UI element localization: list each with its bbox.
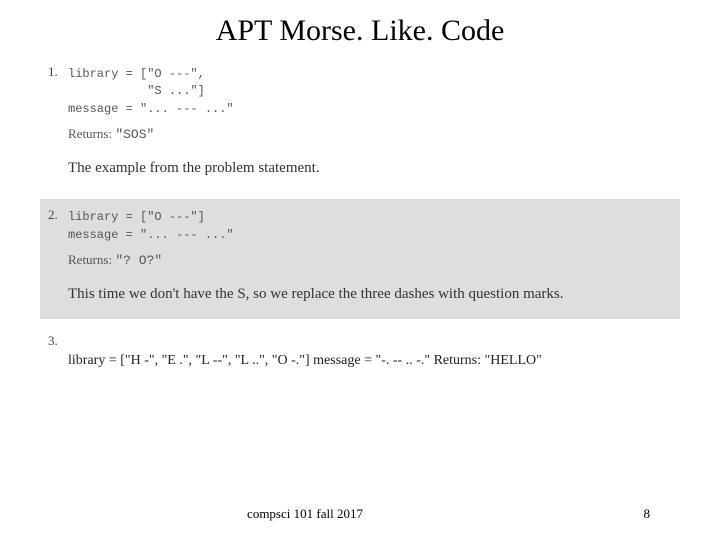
example-3: 3. library = ["H -", "E .", "L --", "L .… — [40, 325, 680, 379]
footer-page-number: 8 — [610, 506, 650, 522]
example-2-explain: This time we don't have the S, so we rep… — [68, 286, 668, 303]
example-2-returns: Returns: "? O?" — [68, 252, 668, 268]
example-1: 1. library = ["O ---", "S ..."] message … — [40, 56, 680, 193]
example-1-returns: Returns: "SOS" — [68, 126, 668, 142]
footer-center: compsci 101 fall 2017 — [0, 506, 610, 522]
example-1-number: 1. — [48, 64, 58, 80]
example-1-returns-label: Returns: — [68, 126, 112, 141]
footer: compsci 101 fall 2017 8 — [0, 506, 720, 522]
example-3-number: 3. — [48, 333, 58, 349]
example-2: 2. library = ["O ---"] message = "... --… — [40, 199, 680, 319]
example-1-returns-value: "SOS" — [115, 127, 154, 142]
example-2-returns-value: "? O?" — [115, 253, 162, 268]
example-1-code: library = ["O ---", "S ..."] message = "… — [68, 66, 668, 118]
content-area: 1. library = ["O ---", "S ..."] message … — [0, 56, 720, 379]
example-1-explain: The example from the problem statement. — [68, 160, 668, 177]
slide-title: APT Morse. Like. Code — [0, 0, 720, 56]
example-3-line: library = ["H -", "E .", "L --", "L ..",… — [68, 353, 668, 369]
example-2-code: library = ["O ---"] message = "... --- .… — [68, 209, 668, 244]
example-2-returns-label: Returns: — [68, 252, 112, 267]
example-2-number: 2. — [48, 207, 58, 223]
